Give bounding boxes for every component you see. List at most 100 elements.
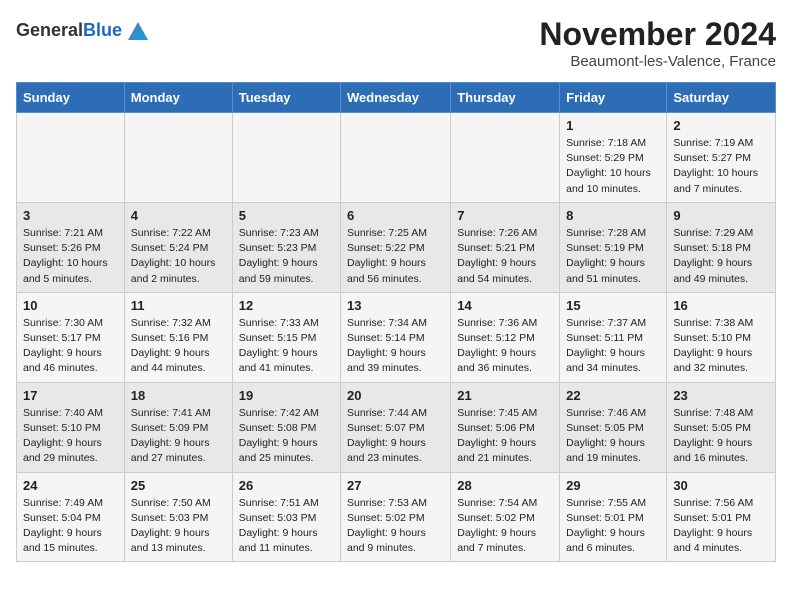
weekday-header-tuesday: Tuesday: [232, 83, 340, 113]
day-info: Sunrise: 7:18 AMSunset: 5:29 PMDaylight:…: [566, 136, 660, 197]
weekday-header-friday: Friday: [560, 83, 667, 113]
day-info: Sunrise: 7:21 AMSunset: 5:26 PMDaylight:…: [23, 226, 118, 287]
calendar-day-cell: 7Sunrise: 7:26 AMSunset: 5:21 PMDaylight…: [451, 202, 560, 292]
day-number: 23: [673, 388, 769, 403]
logo-blue-text: Blue: [83, 20, 122, 40]
day-number: 13: [347, 298, 444, 313]
day-info: Sunrise: 7:34 AMSunset: 5:14 PMDaylight:…: [347, 316, 444, 377]
calendar-week-row: 24 Sunrise: 7:49 AMSunset: 5:04 PMDayligh…: [17, 472, 776, 562]
calendar-day-cell: [451, 113, 560, 203]
calendar-day-cell: 30Sunrise: 7:56 AMSunset: 5:01 PMDayligh…: [667, 472, 776, 562]
calendar-day-cell: 8 Sunrise: 7:28 AMSunset: 5:19 PMDaylight…: [560, 202, 667, 292]
day-info: Sunrise: 7:25 AMSunset: 5:22 PMDaylight:…: [347, 226, 444, 287]
calendar-day-cell: 29Sunrise: 7:55 AMSunset: 5:01 PMDayligh…: [560, 472, 667, 562]
calendar-week-row: 3Sunrise: 7:21 AMSunset: 5:26 PMDaylight…: [17, 202, 776, 292]
calendar-day-cell: 26 Sunrise: 7:51 AMSunset: 5:03 PMDayligh…: [232, 472, 340, 562]
day-number: 8: [566, 208, 660, 223]
location-subtitle: Beaumont-les-Valence, France: [539, 53, 776, 70]
day-info: Sunrise: 7:23 AMSunset: 5:23 PMDaylight:…: [239, 226, 334, 287]
day-number: 12: [239, 298, 334, 313]
day-number: 5: [239, 208, 334, 223]
calendar-day-cell: [124, 113, 232, 203]
day-info: Sunrise: 7:37 AMSunset: 5:11 PMDaylight:…: [566, 316, 660, 377]
day-number: 18: [131, 388, 226, 403]
calendar-day-cell: 3Sunrise: 7:21 AMSunset: 5:26 PMDaylight…: [17, 202, 125, 292]
day-number: 20: [347, 388, 444, 403]
day-number: 26: [239, 478, 334, 493]
day-number: 21: [457, 388, 553, 403]
calendar-day-cell: 17 Sunrise: 7:40 AMSunset: 5:10 PMDayligh…: [17, 382, 125, 472]
calendar-day-cell: [341, 113, 451, 203]
day-number: 24: [23, 478, 118, 493]
calendar-day-cell: 18 Sunrise: 7:41 AMSunset: 5:09 PMDayligh…: [124, 382, 232, 472]
day-number: 10: [23, 298, 118, 313]
day-number: 15: [566, 298, 660, 313]
day-info: Sunrise: 7:38 AMSunset: 5:10 PMDaylight:…: [673, 316, 769, 377]
day-info: Sunrise: 7:19 AMSunset: 5:27 PMDaylight:…: [673, 136, 769, 197]
day-info: Sunrise: 7:30 AMSunset: 5:17 PMDaylight:…: [23, 316, 118, 377]
calendar-week-row: 10 Sunrise: 7:30 AMSunset: 5:17 PMDayligh…: [17, 292, 776, 382]
calendar-day-cell: 19Sunrise: 7:42 AMSunset: 5:08 PMDayligh…: [232, 382, 340, 472]
day-info: Sunrise: 7:29 AMSunset: 5:18 PMDaylight:…: [673, 226, 769, 287]
calendar-day-cell: 13 Sunrise: 7:34 AMSunset: 5:14 PMDayligh…: [341, 292, 451, 382]
calendar-header: SundayMondayTuesdayWednesdayThursdayFrid…: [17, 83, 776, 113]
logo: GeneralBlue: [16, 16, 152, 44]
day-info: Sunrise: 7:54 AMSunset: 5:02 PMDaylight:…: [457, 496, 553, 557]
day-number: 4: [131, 208, 226, 223]
day-info: Sunrise: 7:53 AMSunset: 5:02 PMDaylight:…: [347, 496, 444, 557]
day-number: 17: [23, 388, 118, 403]
calendar-day-cell: 11Sunrise: 7:32 AMSunset: 5:16 PMDayligh…: [124, 292, 232, 382]
calendar-day-cell: [232, 113, 340, 203]
calendar-day-cell: 14 Sunrise: 7:36 AMSunset: 5:12 PMDayligh…: [451, 292, 560, 382]
day-number: 2: [673, 118, 769, 133]
day-number: 30: [673, 478, 769, 493]
calendar-body: 1Sunrise: 7:18 AMSunset: 5:29 PMDaylight…: [17, 113, 776, 562]
calendar-day-cell: 20 Sunrise: 7:44 AMSunset: 5:07 PMDayligh…: [341, 382, 451, 472]
day-info: Sunrise: 7:51 AMSunset: 5:03 PMDaylight:…: [239, 496, 334, 557]
calendar-day-cell: 4 Sunrise: 7:22 AMSunset: 5:24 PMDaylight…: [124, 202, 232, 292]
day-info: Sunrise: 7:26 AMSunset: 5:21 PMDaylight:…: [457, 226, 553, 287]
day-info: Sunrise: 7:48 AMSunset: 5:05 PMDaylight:…: [673, 406, 769, 467]
title-block: November 2024 Beaumont-les-Valence, Fran…: [539, 16, 776, 70]
calendar-day-cell: 10 Sunrise: 7:30 AMSunset: 5:17 PMDayligh…: [17, 292, 125, 382]
logo-icon: [124, 16, 152, 44]
day-number: 25: [131, 478, 226, 493]
calendar-day-cell: 1Sunrise: 7:18 AMSunset: 5:29 PMDaylight…: [560, 113, 667, 203]
weekday-header-monday: Monday: [124, 83, 232, 113]
day-info: Sunrise: 7:40 AMSunset: 5:10 PMDaylight:…: [23, 406, 118, 467]
day-number: 16: [673, 298, 769, 313]
day-info: Sunrise: 7:28 AMSunset: 5:19 PMDaylight:…: [566, 226, 660, 287]
calendar-week-row: 1Sunrise: 7:18 AMSunset: 5:29 PMDaylight…: [17, 113, 776, 203]
calendar-day-cell: 25Sunrise: 7:50 AMSunset: 5:03 PMDayligh…: [124, 472, 232, 562]
day-number: 29: [566, 478, 660, 493]
day-number: 14: [457, 298, 553, 313]
day-number: 22: [566, 388, 660, 403]
calendar-day-cell: 9 Sunrise: 7:29 AMSunset: 5:18 PMDaylight…: [667, 202, 776, 292]
day-info: Sunrise: 7:45 AMSunset: 5:06 PMDaylight:…: [457, 406, 553, 467]
day-number: 27: [347, 478, 444, 493]
day-number: 19: [239, 388, 334, 403]
day-info: Sunrise: 7:36 AMSunset: 5:12 PMDaylight:…: [457, 316, 553, 377]
day-number: 9: [673, 208, 769, 223]
weekday-header-thursday: Thursday: [451, 83, 560, 113]
weekday-header-saturday: Saturday: [667, 83, 776, 113]
day-info: Sunrise: 7:49 AMSunset: 5:04 PMDaylight:…: [23, 496, 118, 557]
day-info: Sunrise: 7:44 AMSunset: 5:07 PMDaylight:…: [347, 406, 444, 467]
weekday-header-wednesday: Wednesday: [341, 83, 451, 113]
calendar-day-cell: 15 Sunrise: 7:37 AMSunset: 5:11 PMDayligh…: [560, 292, 667, 382]
calendar-day-cell: 5 Sunrise: 7:23 AMSunset: 5:23 PMDaylight…: [232, 202, 340, 292]
calendar-day-cell: 27 Sunrise: 7:53 AMSunset: 5:02 PMDayligh…: [341, 472, 451, 562]
day-info: Sunrise: 7:22 AMSunset: 5:24 PMDaylight:…: [131, 226, 226, 287]
day-number: 6: [347, 208, 444, 223]
day-info: Sunrise: 7:46 AMSunset: 5:05 PMDaylight:…: [566, 406, 660, 467]
calendar-day-cell: 6 Sunrise: 7:25 AMSunset: 5:22 PMDaylight…: [341, 202, 451, 292]
month-year-title: November 2024: [539, 16, 776, 53]
day-info: Sunrise: 7:33 AMSunset: 5:15 PMDaylight:…: [239, 316, 334, 377]
calendar-week-row: 17 Sunrise: 7:40 AMSunset: 5:10 PMDayligh…: [17, 382, 776, 472]
logo-general-text: General: [16, 20, 83, 40]
day-number: 11: [131, 298, 226, 313]
calendar-day-cell: 28Sunrise: 7:54 AMSunset: 5:02 PMDayligh…: [451, 472, 560, 562]
calendar-day-cell: 21 Sunrise: 7:45 AMSunset: 5:06 PMDayligh…: [451, 382, 560, 472]
calendar-table: SundayMondayTuesdayWednesdayThursdayFrid…: [16, 82, 776, 562]
day-info: Sunrise: 7:41 AMSunset: 5:09 PMDaylight:…: [131, 406, 226, 467]
